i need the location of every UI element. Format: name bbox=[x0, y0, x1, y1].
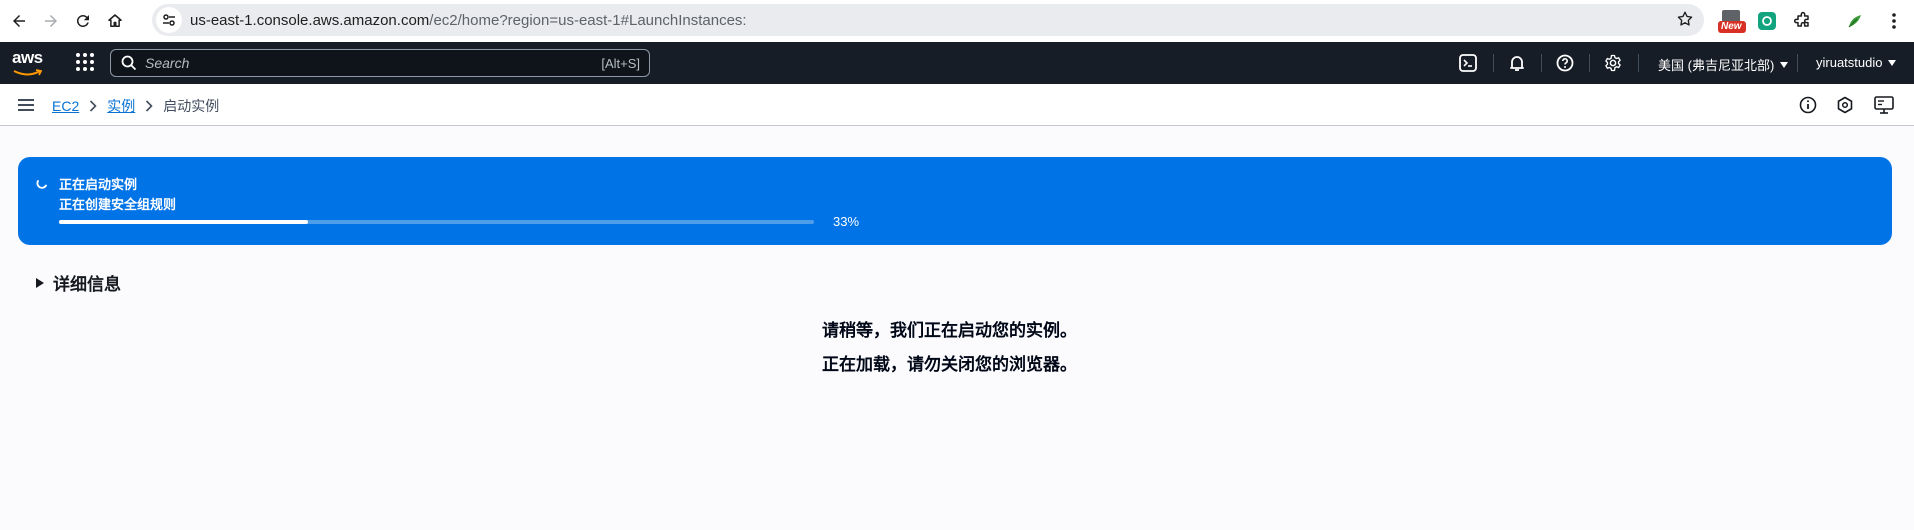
region-label: 美国 (弗吉尼亚北部) bbox=[1658, 58, 1775, 73]
bell-icon bbox=[1510, 56, 1524, 71]
url-path: /ec2/home?region=us-east-1#LaunchInstanc… bbox=[429, 11, 747, 29]
browser-toolbar: us-east-1.console.aws.amazon.com/ec2/hom… bbox=[0, 0, 1914, 42]
nav-divider bbox=[1638, 54, 1639, 72]
progress-bar bbox=[59, 220, 814, 224]
help-icon bbox=[1556, 54, 1574, 72]
breadcrumb-instances[interactable]: 实例 bbox=[107, 96, 135, 116]
account-label: yiruatstudio bbox=[1816, 55, 1883, 70]
hexagon-icon bbox=[1837, 96, 1853, 114]
reload-icon bbox=[76, 14, 89, 27]
browser-menu-icon[interactable] bbox=[1886, 8, 1902, 34]
wait-message: 请稍等，我们正在启动您的实例。 bbox=[822, 321, 1077, 340]
search-icon bbox=[121, 55, 137, 71]
flash-subtitle: 正在创建安全组规则 bbox=[59, 197, 177, 212]
side-nav-toggle[interactable] bbox=[18, 98, 34, 117]
info-panel-button[interactable] bbox=[1798, 95, 1818, 115]
home-icon bbox=[108, 14, 122, 27]
extension-new-icon[interactable]: New bbox=[1718, 8, 1746, 34]
extension-badge-text: New bbox=[1721, 21, 1742, 32]
back-button[interactable] bbox=[4, 6, 34, 36]
gear-icon bbox=[1605, 54, 1621, 72]
arrow-left-icon bbox=[13, 15, 25, 27]
extension-green-icon[interactable] bbox=[1757, 8, 1777, 34]
caret-down-icon bbox=[1780, 61, 1789, 68]
progress-bar-fill bbox=[59, 220, 309, 224]
notifications-button[interactable] bbox=[1507, 53, 1527, 73]
feedback-panel-button[interactable] bbox=[1874, 95, 1894, 115]
site-settings-icon[interactable] bbox=[156, 7, 182, 33]
nav-divider bbox=[1493, 54, 1494, 72]
nav-divider bbox=[1541, 54, 1542, 72]
settings-button[interactable] bbox=[1603, 53, 1623, 73]
menu-icon bbox=[18, 99, 34, 111]
search-placeholder: Search bbox=[145, 55, 190, 71]
extensions-puzzle-icon[interactable] bbox=[1792, 8, 1814, 34]
grid-icon bbox=[76, 53, 94, 71]
bookmark-star-icon[interactable] bbox=[1676, 10, 1694, 33]
search-input[interactable]: Search [Alt+S] bbox=[110, 49, 650, 77]
services-menu-button[interactable] bbox=[74, 51, 96, 78]
search-shortcut: [Alt+S] bbox=[601, 56, 640, 71]
cloudshell-button[interactable] bbox=[1458, 53, 1478, 73]
url-text: us-east-1.console.aws.amazon.com/ec2/hom… bbox=[190, 12, 747, 29]
chevron-right-icon bbox=[145, 100, 153, 112]
launch-progress-flashbar: 正在启动实例 正在创建安全组规则 33% bbox=[18, 157, 1892, 245]
address-bar[interactable]: us-east-1.console.aws.amazon.com/ec2/hom… bbox=[152, 4, 1704, 36]
chevron-right-icon bbox=[89, 100, 97, 112]
breadcrumb: EC2 实例 启动实例 bbox=[52, 96, 219, 116]
monitor-icon bbox=[1874, 96, 1894, 114]
breadcrumb-current: 启动实例 bbox=[163, 98, 220, 114]
caret-right-icon bbox=[36, 277, 44, 288]
flash-title: 正在启动实例 bbox=[59, 177, 138, 192]
aws-smile-icon bbox=[13, 69, 43, 76]
arrow-right-icon bbox=[45, 15, 57, 27]
url-host: us-east-1.console.aws.amazon.com bbox=[190, 11, 430, 29]
breadcrumb-ec2[interactable]: EC2 bbox=[52, 98, 79, 114]
info-icon bbox=[1799, 96, 1817, 114]
region-selector[interactable]: 美国 (弗吉尼亚北部) bbox=[1658, 55, 1789, 74]
aws-logo[interactable]: aws bbox=[12, 48, 43, 76]
nav-divider bbox=[1589, 54, 1590, 72]
profile-avatar-icon[interactable] bbox=[1844, 8, 1866, 34]
breadcrumb-bar: EC2 实例 启动实例 bbox=[0, 84, 1914, 126]
aws-logo-text: aws bbox=[12, 48, 43, 67]
details-label: 详细信息 bbox=[53, 275, 121, 294]
nav-divider bbox=[1797, 54, 1798, 72]
details-expander[interactable]: 详细信息 bbox=[36, 270, 121, 295]
caret-down-icon bbox=[1888, 59, 1897, 66]
home-button[interactable] bbox=[100, 6, 130, 36]
progress-percent: 33% bbox=[833, 214, 860, 229]
aws-top-nav: aws Search [Alt+S] 美国 (弗吉尼亚北部) yiruatstu… bbox=[0, 42, 1914, 84]
resources-panel-button[interactable] bbox=[1835, 95, 1855, 115]
terminal-icon bbox=[1459, 54, 1477, 72]
account-menu[interactable]: yiruatstudio bbox=[1816, 55, 1897, 70]
loading-message: 正在加载，请勿关闭您的浏览器。 bbox=[822, 355, 1077, 374]
forward-button[interactable] bbox=[36, 6, 66, 36]
reload-button[interactable] bbox=[68, 6, 98, 36]
loading-spinner-icon bbox=[36, 176, 48, 194]
help-button[interactable] bbox=[1555, 53, 1575, 73]
